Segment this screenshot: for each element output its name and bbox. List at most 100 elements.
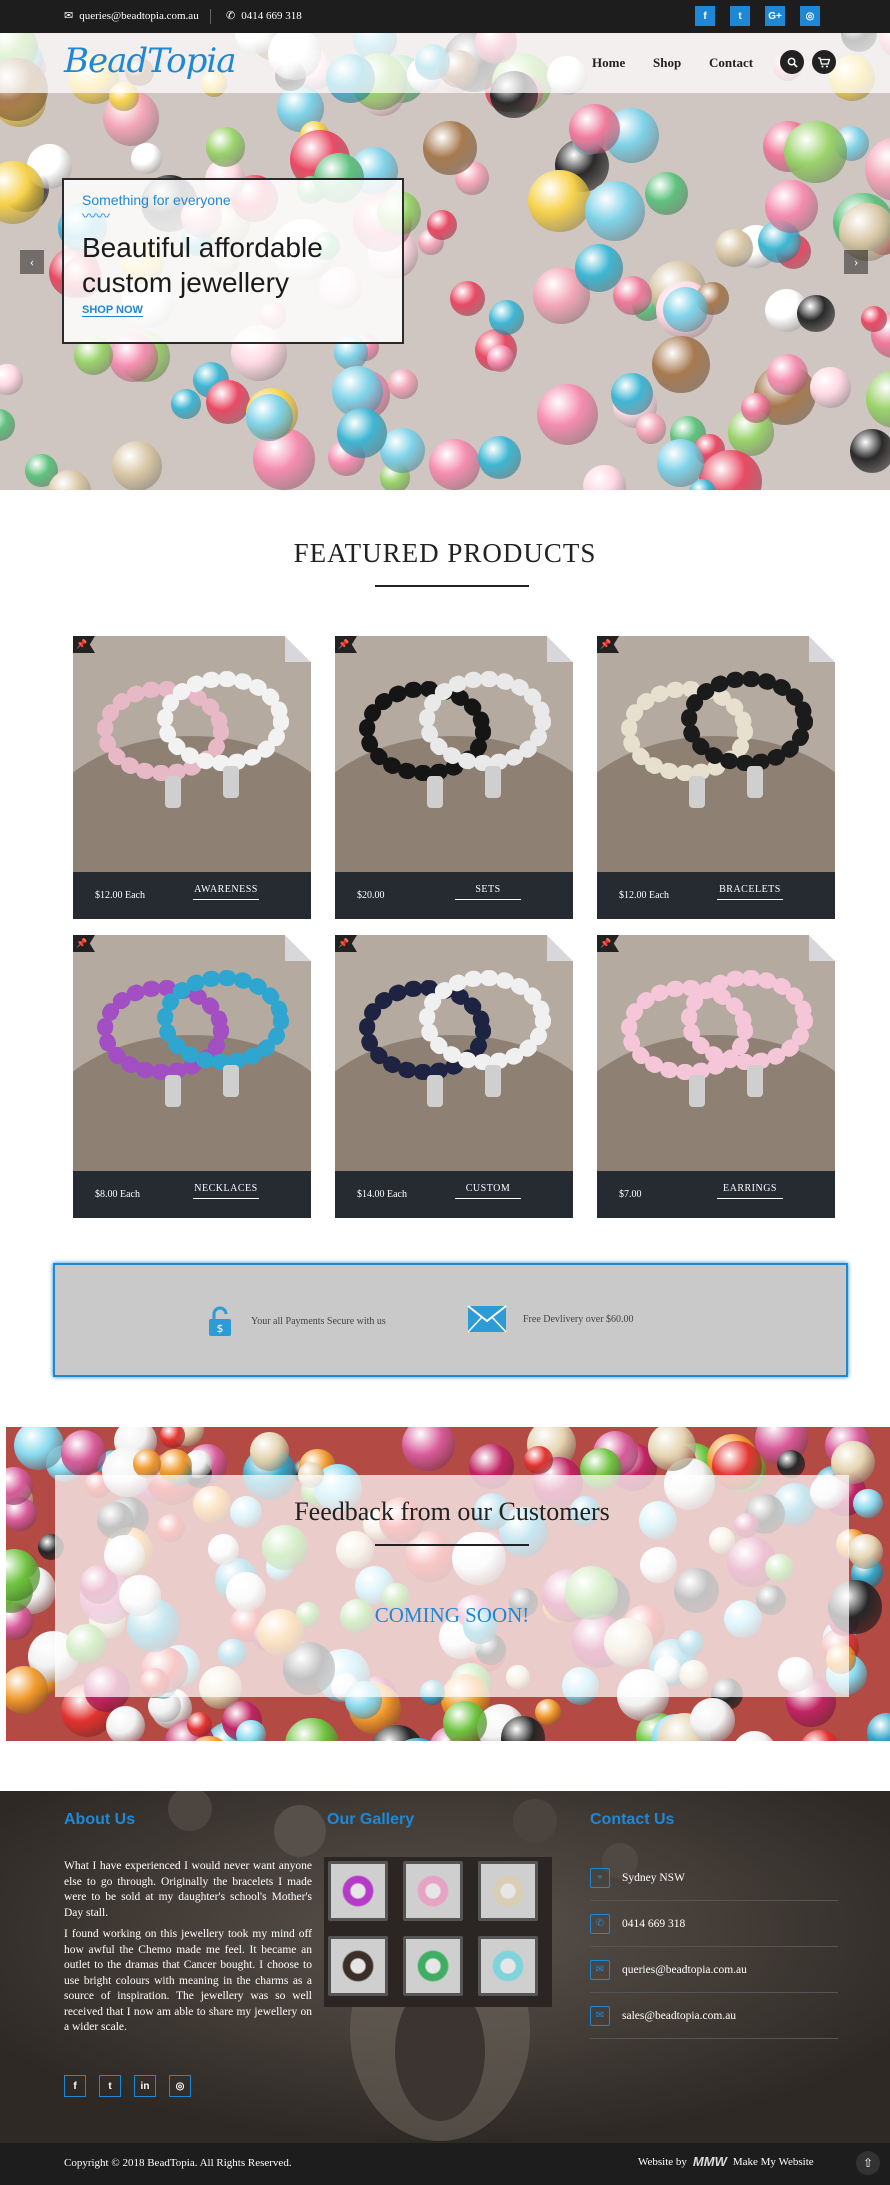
product-info-bar: $7.00 EARRINGS xyxy=(597,1171,835,1218)
linkedin-icon[interactable]: in xyxy=(134,2075,156,2097)
about-title: About Us xyxy=(64,1811,136,1828)
product-image[interactable] xyxy=(335,935,573,1171)
scroll-top-icon[interactable]: ⇧ xyxy=(856,2151,880,2175)
facebook-icon[interactable]: f xyxy=(695,6,715,26)
product-info-bar: $12.00 Each BRACELETS xyxy=(597,872,835,919)
product-card[interactable]: 📌 $12.00 Each BRACELETS xyxy=(597,636,835,919)
hero-subtitle: Something for everyone xyxy=(82,192,231,208)
bead xyxy=(537,384,599,446)
coming-soon-text: COMING SOON! xyxy=(374,1603,530,1627)
bead xyxy=(584,180,645,241)
bead xyxy=(160,1427,185,1448)
page-fold-icon xyxy=(285,935,311,961)
bead xyxy=(133,1449,162,1478)
product-image[interactable] xyxy=(73,636,311,872)
product-image[interactable] xyxy=(335,636,573,872)
bead xyxy=(422,121,477,175)
bead xyxy=(662,286,708,333)
product-category-link[interactable]: CUSTOM xyxy=(455,1183,521,1199)
product-category-link[interactable]: EARRINGS xyxy=(717,1183,783,1199)
bead xyxy=(776,1449,806,1479)
contact-text: queries@beadtopia.com.au xyxy=(622,1963,747,1976)
bead xyxy=(689,1698,735,1741)
slider-prev-arrow-icon[interactable]: ‹ xyxy=(20,250,44,274)
page-fold-icon xyxy=(809,935,835,961)
gallery-thumbnail[interactable] xyxy=(328,1861,388,1921)
gallery-thumbnail[interactable] xyxy=(403,1936,463,1996)
page-fold-icon xyxy=(809,636,835,662)
nav-link-contact[interactable]: Contact xyxy=(709,55,753,71)
free-delivery-text: Free Devlivery over $60.00 xyxy=(523,1313,634,1325)
website-credit[interactable]: Website by MMW Make My Website xyxy=(638,2154,814,2169)
topbar-email[interactable]: ✉ queries@beadtopia.com.au xyxy=(64,0,199,33)
product-image[interactable] xyxy=(597,935,835,1171)
bead xyxy=(428,439,481,490)
product-image[interactable] xyxy=(73,935,311,1171)
bead xyxy=(489,300,524,335)
cart-icon[interactable] xyxy=(812,50,836,74)
nav-link-home[interactable]: Home xyxy=(592,55,625,71)
product-price: $20.00 xyxy=(357,890,385,901)
product-card[interactable]: 📌 $14.00 Each CUSTOM xyxy=(335,935,573,1218)
bead xyxy=(810,367,851,408)
topbar-divider xyxy=(210,9,211,24)
site-logo[interactable]: BeadTopia xyxy=(64,41,237,81)
bead xyxy=(426,210,457,241)
bead xyxy=(656,438,705,487)
bead xyxy=(388,368,419,399)
location-icon: ⌖ xyxy=(590,1867,610,1888)
contact-item[interactable]: ✆ 0414 669 318 xyxy=(590,1901,838,1947)
bead xyxy=(336,408,387,459)
bead xyxy=(867,1713,890,1741)
bead xyxy=(285,1717,339,1741)
credit-prefix: Website by xyxy=(638,2155,687,2168)
product-category-link[interactable]: BRACELETS xyxy=(717,884,783,900)
slider-next-arrow-icon[interactable]: › xyxy=(844,250,868,274)
bead xyxy=(60,1430,107,1476)
topbar-phone[interactable]: ✆ 0414 669 318 xyxy=(226,0,302,33)
twitter-icon[interactable]: t xyxy=(99,2075,121,2097)
contact-text: 0414 669 318 xyxy=(622,1917,686,1930)
bead xyxy=(442,1701,487,1741)
instagram-icon[interactable]: ◎ xyxy=(800,6,820,26)
bead xyxy=(865,137,890,201)
twitter-icon[interactable]: t xyxy=(730,6,750,26)
shop-now-link[interactable]: SHOP NOW xyxy=(82,304,143,317)
contact-item[interactable]: ✉ sales@beadtopia.com.au xyxy=(590,1993,838,2039)
product-card[interactable]: 📌 $7.00 EARRINGS xyxy=(597,935,835,1218)
product-info-bar: $14.00 Each CUSTOM xyxy=(335,1171,573,1218)
site-footer: About Us What I have experienced I would… xyxy=(0,1791,890,2143)
product-category-link[interactable]: SETS xyxy=(455,884,521,900)
bead xyxy=(796,294,835,333)
contact-item[interactable]: ✉ queries@beadtopia.com.au xyxy=(590,1947,838,1993)
gallery-thumbnail[interactable] xyxy=(328,1936,388,1996)
secure-payments: $ Your all Payments Secure with us xyxy=(205,1305,386,1337)
hero-title-line2: custom jewellery xyxy=(82,267,289,298)
bead xyxy=(130,142,163,175)
bead xyxy=(0,363,23,395)
nav-link-shop[interactable]: Shop xyxy=(653,55,681,71)
product-category-link[interactable]: AWARENESS xyxy=(193,884,259,900)
feedback-underline xyxy=(375,1544,529,1546)
top-bar: ✉ queries@beadtopia.com.au ✆ 0414 669 31… xyxy=(0,0,890,33)
product-card[interactable]: 📌 $8.00 Each NECKLACES xyxy=(73,935,311,1218)
product-card[interactable]: 📌 $20.00 SETS xyxy=(335,636,573,919)
bead xyxy=(715,229,754,268)
facebook-icon[interactable]: f xyxy=(64,2075,86,2097)
bead xyxy=(478,436,522,480)
contact-item[interactable]: ⌖ Sydney NSW xyxy=(590,1855,838,1901)
gallery-thumbnail[interactable] xyxy=(478,1936,538,1996)
gallery-thumbnail[interactable] xyxy=(478,1861,538,1921)
product-category-link[interactable]: NECKLACES xyxy=(193,1183,259,1199)
about-text-1: What I have experienced I would never wa… xyxy=(64,1860,312,1919)
gallery-thumbnail[interactable] xyxy=(403,1861,463,1921)
envelope-icon: ✉ xyxy=(64,10,74,22)
phone-icon: ✆ xyxy=(226,10,236,22)
search-icon[interactable] xyxy=(780,50,804,74)
product-card[interactable]: 📌 $12.00 Each AWARENESS xyxy=(73,636,311,919)
google-plus-icon[interactable]: G+ xyxy=(765,6,785,26)
bead xyxy=(866,370,890,428)
instagram-icon[interactable]: ◎ xyxy=(169,2075,191,2097)
bead xyxy=(0,408,16,441)
product-image[interactable] xyxy=(597,636,835,872)
